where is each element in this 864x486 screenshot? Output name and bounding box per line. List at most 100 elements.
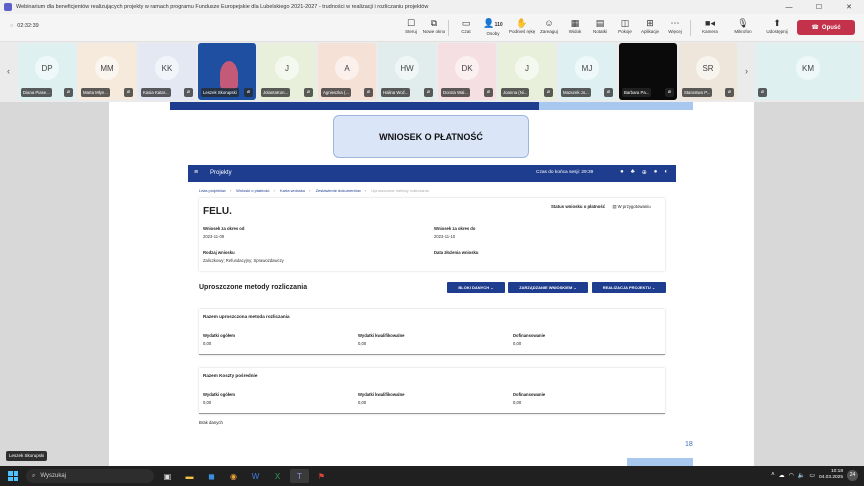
- cloud-icon[interactable]: ☁: [779, 472, 785, 479]
- project-number: FELU.: [203, 206, 232, 217]
- co-financing: Dofinansowanie 0,00: [513, 333, 546, 346]
- manage-application-button[interactable]: ZARZĄDZANIE WNIOSKIEM ⌄: [508, 282, 588, 293]
- breadcrumb-item[interactable]: Lista projektów: [199, 188, 226, 193]
- chat-button[interactable]: ▭ Czat: [453, 17, 479, 34]
- co-financing: Dofinansowanie 0,00: [513, 392, 546, 405]
- period-from-field: Wniosek za okres od 2023-11-09: [203, 226, 245, 239]
- breadcrumb-item[interactable]: Zestawienie dokumentów: [316, 188, 361, 193]
- task-view-icon[interactable]: ▣: [158, 469, 177, 483]
- newwin-button[interactable]: ⧉ Nowe okno: [421, 17, 447, 34]
- embedded-app: ≡ Projekty Czas do końca sesji: 29:39 ● …: [188, 165, 676, 430]
- apps-button[interactable]: ⊞ Aplikacje: [637, 17, 663, 34]
- share-icon: ⬆: [773, 18, 781, 28]
- word-icon[interactable]: W: [246, 469, 265, 483]
- taskbar: ⌕ Wyszukaj ▣ ▬ ◼ ◉ W X T ⚑ ˄ ☁ ◠ 🔈 ▭ 10:…: [0, 466, 864, 486]
- chevron-right-icon[interactable]: ›: [745, 66, 748, 76]
- submission-date-field: Data złożenia wniosku: [434, 250, 479, 255]
- notification-badge[interactable]: 24: [847, 469, 858, 481]
- participant-tile[interactable]: MJ Mazurek Jo... ⌀: [558, 43, 616, 100]
- project-realization-button[interactable]: REALIZACJA PROJEKTU ⌄: [592, 282, 666, 293]
- participant-tile[interactable]: KK Kasia Katar... ⌀: [138, 43, 196, 100]
- participant-tile[interactable]: DK Dorota Wal... ⌀: [438, 43, 496, 100]
- avatar: KM: [796, 56, 820, 80]
- leave-button[interactable]: ☎ Opuść: [797, 20, 855, 35]
- notes-button[interactable]: ▤ Notatki: [587, 17, 613, 34]
- maximize-button[interactable]: ☐: [804, 0, 834, 14]
- share-button[interactable]: ⬆ Udostępnij: [764, 17, 790, 34]
- user-icon[interactable]: ●: [654, 169, 658, 176]
- breadcrumb-item[interactable]: Karta wniosku: [280, 188, 305, 193]
- mic-off-icon: ⌀: [725, 88, 734, 97]
- participant-tile[interactable]: A Agnieszka (... ⌀: [318, 43, 376, 100]
- windows-start-icon[interactable]: [8, 471, 18, 481]
- participant-tile[interactable]: HW Halina Woź... ⌀: [378, 43, 436, 100]
- outlook-icon[interactable]: ◼: [202, 469, 221, 483]
- raise-button[interactable]: ✋ Podnieś rękę: [509, 17, 535, 34]
- presenter-label: Leszek Skorupski: [6, 451, 48, 461]
- mic-off-icon: 🎙: [737, 18, 749, 28]
- wifi-icon[interactable]: ◠: [789, 472, 794, 479]
- mic-off-icon: ⌀: [544, 88, 553, 97]
- avatar: DK: [455, 56, 479, 80]
- file-explorer-icon[interactable]: ▬: [180, 469, 199, 483]
- mic-off-icon: ⌀: [184, 88, 193, 97]
- system-tray: ˄ ☁ ◠ 🔈 ▭ 10:18 04.03.2025 24: [771, 469, 858, 481]
- participant-tile[interactable]: DP Diana Piase... ⌀: [18, 43, 76, 100]
- excel-icon[interactable]: X: [268, 469, 287, 483]
- globe-icon[interactable]: ⊕: [642, 169, 647, 176]
- participant-tile[interactable]: MM Marta Młyn... ⌀: [78, 43, 136, 100]
- shield-icon: ◌: [10, 23, 14, 29]
- application-summary-card: FELU. Status wniosku o płatność ▤ W przy…: [199, 198, 665, 271]
- contrast-icon[interactable]: ◐: [664, 169, 668, 176]
- data-blocks-button[interactable]: BLOKI DANYCH ⌄: [447, 282, 505, 293]
- volume-icon[interactable]: 🔈: [798, 472, 805, 479]
- participant-name: Halina Woź...: [381, 88, 411, 97]
- section-title: Uproszczone metody rozliczania: [199, 284, 308, 291]
- info-icon[interactable]: ●: [620, 169, 624, 176]
- chevron-up-icon[interactable]: ˄: [771, 472, 775, 478]
- participant-name: Leszek Skorupski: [201, 88, 239, 97]
- participant-tile[interactable]: J Joanna (Ni... ⌀: [498, 43, 556, 100]
- window-icon: ⧉: [430, 18, 438, 28]
- minimize-button[interactable]: —: [774, 0, 804, 14]
- rooms-button[interactable]: ◫ Pokoje: [612, 17, 638, 34]
- participant-name: Joanna (Ni...: [501, 88, 530, 97]
- camera-icon: ■◂: [705, 18, 715, 28]
- search-placeholder: Wyszukaj: [40, 473, 66, 479]
- participant-tile[interactable]: Barbara Pa... ⌀: [619, 43, 677, 100]
- hamburger-icon[interactable]: ≡: [194, 169, 198, 176]
- toolbar-divider: [690, 20, 691, 36]
- eligible-expenses: Wydatki kwalifikowalne 0,00: [358, 392, 405, 405]
- mic-off-icon: ⌀: [124, 88, 133, 97]
- battery-icon[interactable]: ▭: [809, 472, 815, 479]
- participant-tile[interactable]: Leszek Skorupski ⌀: [198, 43, 256, 100]
- participant-tile[interactable]: SR Starostwo P... ⌀: [679, 43, 737, 100]
- mic-off-icon: ⌀: [424, 88, 433, 97]
- mic-button[interactable]: 🎙 Mikrofon: [730, 17, 756, 34]
- people-button[interactable]: 👤110 Osoby: [480, 17, 506, 36]
- notes-icon: ▤: [595, 18, 605, 28]
- close-button[interactable]: ✕: [834, 0, 864, 14]
- participant-tile[interactable]: J JolantaKon... ⌀: [258, 43, 316, 100]
- avatar: J: [275, 56, 299, 80]
- app-brand: Projekty: [210, 170, 232, 176]
- bell-icon[interactable]: ♣: [631, 169, 635, 176]
- avatar: A: [335, 56, 359, 80]
- breadcrumb-item[interactable]: Wnioski o płatność: [236, 188, 269, 193]
- react-button[interactable]: ☺ Zareaguj: [536, 17, 562, 34]
- chevron-left-icon[interactable]: ‹: [7, 66, 10, 76]
- teams-taskbar-icon[interactable]: T: [290, 469, 309, 483]
- more-button[interactable]: ⋯ Więcej: [662, 17, 688, 34]
- chrome-icon[interactable]: ◉: [224, 469, 243, 483]
- slide-bottom-bar: [627, 458, 693, 466]
- taskbar-search[interactable]: ⌕ Wyszukaj: [26, 469, 154, 483]
- avatar: HW: [395, 56, 419, 80]
- total-expenses: Wydatki ogółem 0,00: [203, 392, 236, 405]
- search-icon: ⌕: [32, 472, 36, 479]
- participant-tile[interactable]: KM ⌀: [755, 43, 861, 100]
- participant-name: Kasia Katar...: [141, 88, 171, 97]
- taskbar-clock[interactable]: 10:18 04.03.2025: [819, 469, 843, 481]
- view-button[interactable]: ▦ Widok: [562, 17, 588, 34]
- acrobat-icon[interactable]: ⚑: [312, 469, 331, 483]
- camera-button[interactable]: ■◂ Kamera: [697, 17, 723, 34]
